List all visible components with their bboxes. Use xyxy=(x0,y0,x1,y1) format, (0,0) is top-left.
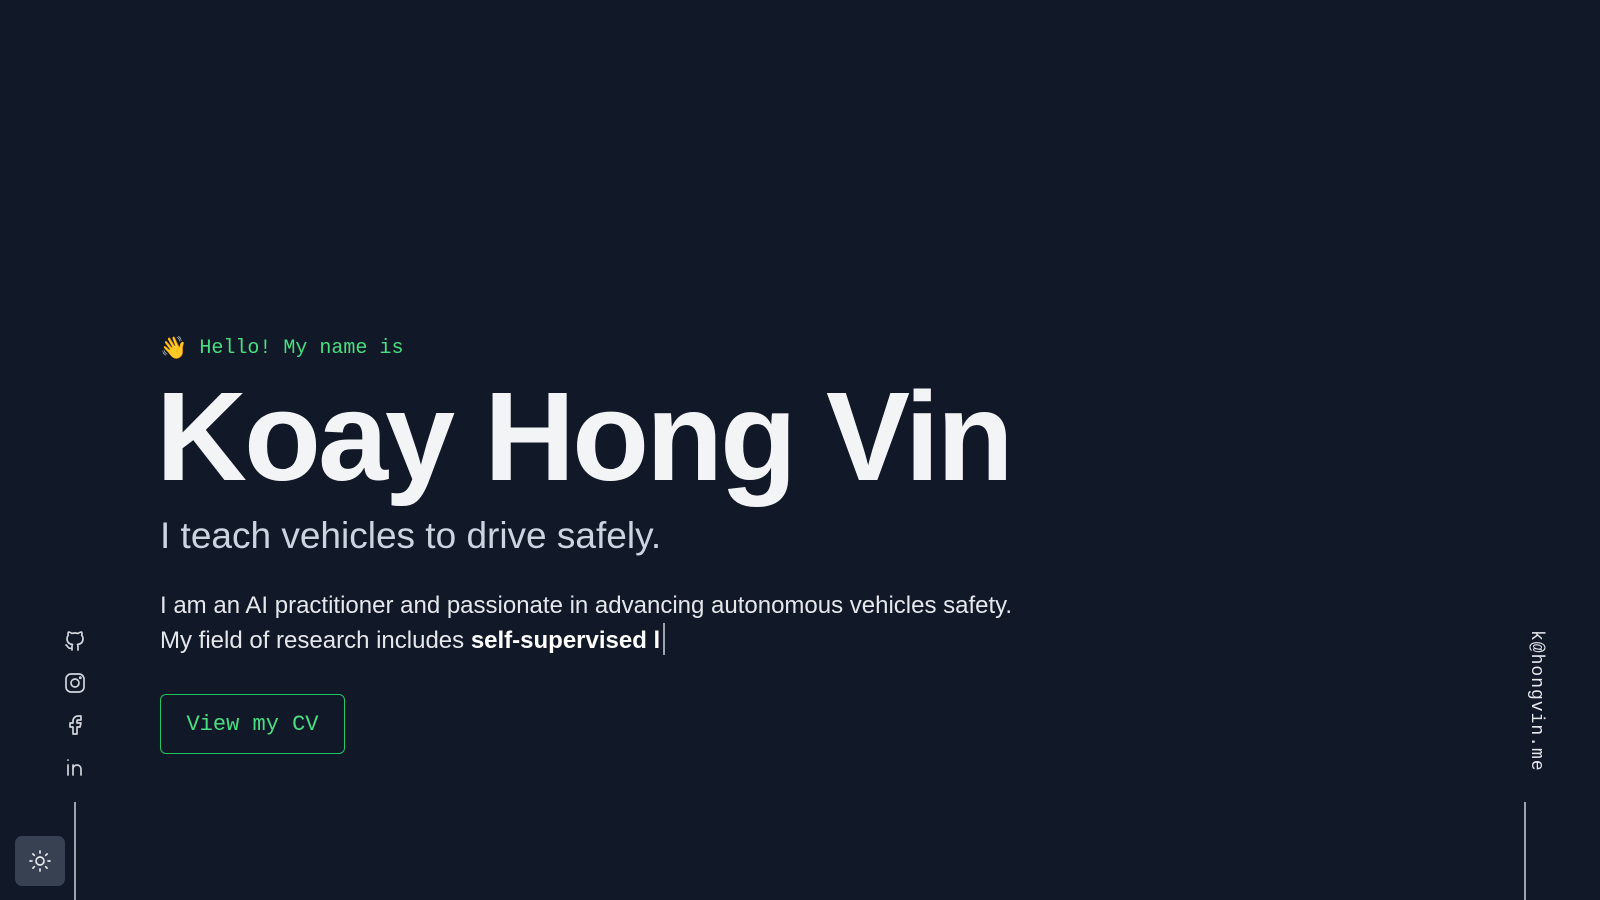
page: 👋 Hello! My name is Koay Hong Vin I teac… xyxy=(0,0,1600,900)
email-link[interactable]: k@hongvin.me xyxy=(1516,630,1546,786)
bio-line-2: My field of research includes self-super… xyxy=(160,623,1160,658)
research-prefix: My field of research includes xyxy=(160,627,471,655)
tagline: I teach vehicles to drive safely. xyxy=(160,515,662,556)
bio: I am an AI practitioner and passionate i… xyxy=(160,588,1160,658)
instagram-icon xyxy=(65,673,85,693)
github-link[interactable] xyxy=(62,628,88,654)
social-links xyxy=(60,628,90,780)
instagram-link[interactable] xyxy=(62,670,88,696)
facebook-icon xyxy=(69,715,82,735)
name-heading: Koay Hong Vin xyxy=(156,366,1014,507)
linkedin-icon xyxy=(67,759,82,776)
hero-section: 👋 Hello! My name is Koay Hong Vin I teac… xyxy=(156,330,1160,658)
view-cv-button[interactable]: View my CV xyxy=(160,694,345,754)
wave-emoji-icon: 👋 xyxy=(160,335,188,361)
sun-icon xyxy=(29,850,51,872)
left-divider-line xyxy=(74,802,76,900)
bio-line-1: I am an AI practitioner and passionate i… xyxy=(160,592,1013,620)
greeting: 👋 Hello! My name is xyxy=(160,330,1160,366)
typed-research-field: self-supervised l xyxy=(470,627,661,655)
right-divider-line xyxy=(1524,802,1526,900)
facebook-link[interactable] xyxy=(62,712,88,738)
greeting-text: Hello! My name is xyxy=(199,336,404,360)
theme-toggle-button[interactable] xyxy=(15,836,65,886)
linkedin-link[interactable] xyxy=(62,754,88,780)
github-icon xyxy=(65,631,84,651)
typing-caret xyxy=(663,623,666,656)
